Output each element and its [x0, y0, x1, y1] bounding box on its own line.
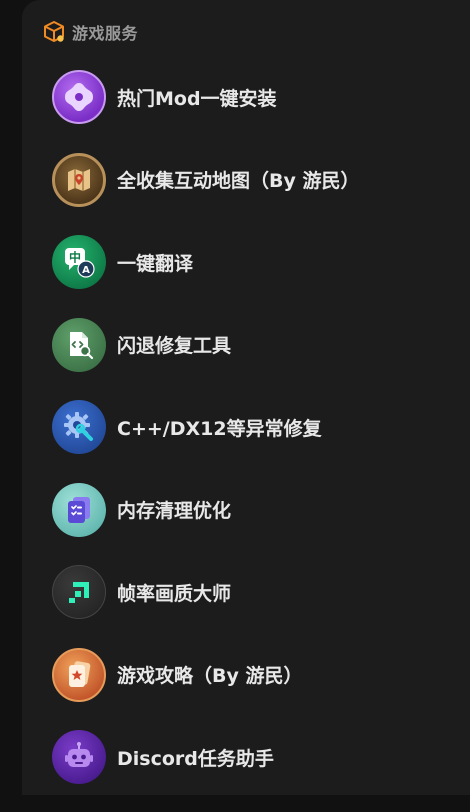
game-box-icon — [44, 21, 64, 42]
fps-master-icon — [52, 565, 106, 619]
service-label: 闪退修复工具 — [117, 335, 232, 357]
service-item-memory-cleanup[interactable]: 内存清理优化 — [52, 482, 462, 538]
file-code-search-icon — [52, 317, 106, 372]
service-item-crash-fix[interactable]: 闪退修复工具 — [52, 317, 462, 373]
section-title: 游戏服务 — [72, 24, 139, 43]
service-item-runtime-fix[interactable]: C++/DX12等异常修复 — [52, 399, 462, 455]
service-list: 热门Mod一键安装 全收集互动地图（By 游民） 中 A 一键翻译 闪退修复工具… — [52, 69, 462, 812]
guide-cards-icon — [52, 647, 106, 702]
service-label: Discord任务助手 — [117, 747, 274, 770]
game-services-panel: 游戏服务 热门Mod一键安装 全收集互动地图（By 游民） 中 A 一键翻译 闪… — [22, 0, 470, 795]
service-label: 全收集互动地图（By 游民） — [117, 170, 360, 192]
service-label: 帧率画质大师 — [117, 582, 232, 605]
section-header: 游戏服务 — [42, 18, 138, 46]
memory-checklist-icon — [52, 482, 106, 537]
map-icon — [52, 152, 106, 207]
service-label: 内存清理优化 — [117, 500, 232, 522]
service-label: 游戏攻略（By 游民） — [117, 665, 303, 687]
service-item-interactive-map[interactable]: 全收集互动地图（By 游民） — [52, 152, 462, 208]
translate-icon: 中 A — [52, 235, 106, 289]
service-label: 热门Mod一键安装 — [117, 87, 277, 110]
svg-text:中: 中 — [69, 250, 81, 265]
mod-install-icon — [52, 70, 106, 124]
service-item-discord-helper[interactable]: Discord任务助手 — [52, 729, 462, 785]
gear-wrench-icon — [52, 400, 106, 454]
service-item-fps-master[interactable]: 帧率画质大师 — [52, 564, 462, 620]
service-item-mod-install[interactable]: 热门Mod一键安装 — [52, 69, 462, 125]
svg-text:A: A — [82, 265, 90, 276]
service-label: C++/DX12等异常修复 — [117, 417, 322, 440]
discord-robot-icon — [52, 730, 106, 784]
service-item-game-guide[interactable]: 游戏攻略（By 游民） — [52, 647, 462, 703]
service-label: 一键翻译 — [117, 252, 194, 275]
service-item-translate[interactable]: 中 A 一键翻译 — [52, 234, 462, 290]
